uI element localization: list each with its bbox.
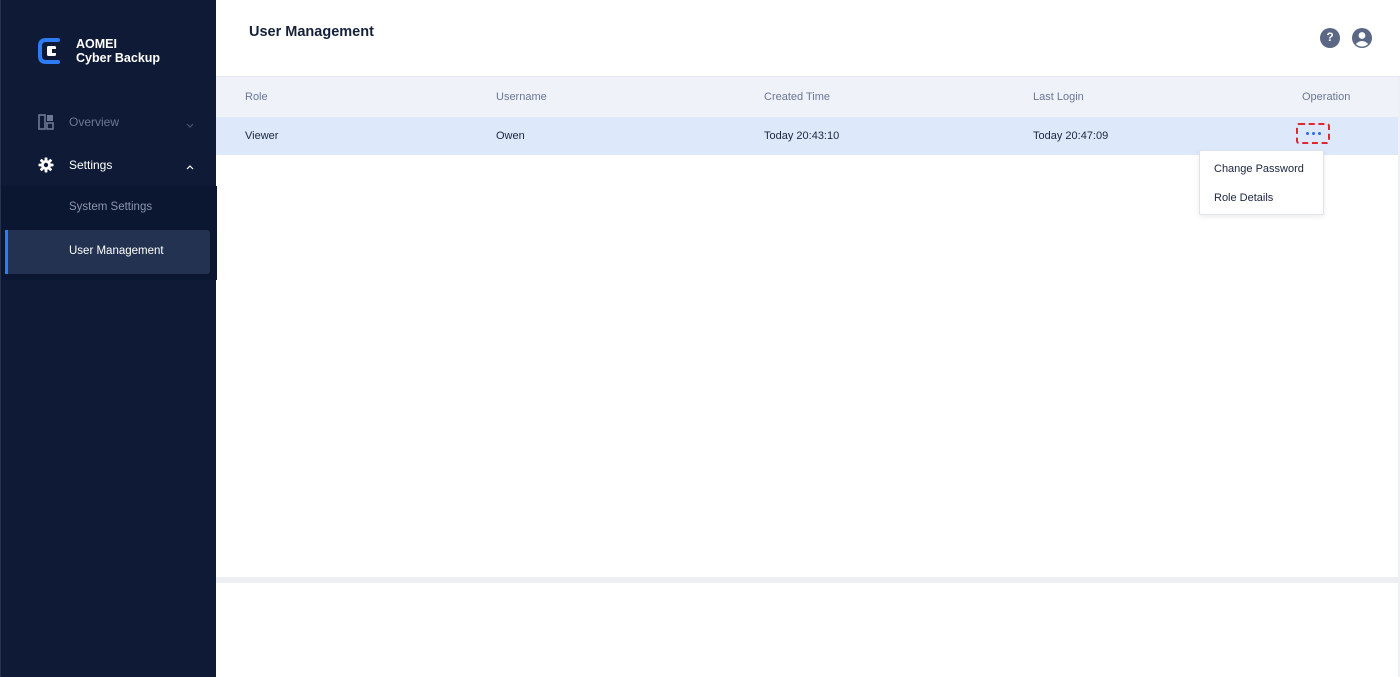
brand-line1: AOMEI bbox=[76, 37, 117, 51]
cell-created-time: Today 20:43:10 bbox=[764, 130, 840, 142]
cell-last-login: Today 20:47:09 bbox=[1033, 130, 1109, 142]
aomei-logo-icon bbox=[36, 36, 66, 66]
header-actions: ? bbox=[1320, 28, 1372, 48]
help-glyph: ? bbox=[1326, 30, 1334, 44]
menu-item-change-password[interactable]: Change Password bbox=[1214, 163, 1304, 175]
more-dot-icon bbox=[1305, 132, 1309, 135]
account-icon[interactable] bbox=[1352, 28, 1372, 48]
column-header-operation: Operation bbox=[1302, 91, 1351, 103]
cell-username: Owen bbox=[496, 130, 525, 142]
app-window: AOMEI Cyber Backup Overview Settings Sys… bbox=[0, 0, 1400, 677]
column-header-created-time: Created Time bbox=[764, 91, 831, 103]
table-header: Role Username Created Time Last Login Op… bbox=[216, 77, 1398, 117]
more-dot-icon bbox=[1311, 132, 1315, 135]
chevron-down-icon bbox=[185, 117, 195, 128]
sidebar-item-label: Settings bbox=[69, 158, 113, 172]
brand: AOMEI Cyber Backup bbox=[36, 36, 160, 66]
menu-item-role-details[interactable]: Role Details bbox=[1214, 192, 1273, 204]
sidebar-item-label: User Management bbox=[69, 245, 164, 257]
column-header-last-login: Last Login bbox=[1033, 91, 1084, 103]
cell-role: Viewer bbox=[245, 130, 279, 142]
help-icon[interactable]: ? bbox=[1320, 28, 1340, 48]
sidebar-item-user-management[interactable]: User Management bbox=[5, 230, 210, 274]
gear-icon bbox=[38, 157, 54, 173]
sidebar-item-label: Overview bbox=[69, 115, 120, 129]
column-header-username: Username bbox=[496, 91, 547, 103]
brand-name: AOMEI Cyber Backup bbox=[76, 37, 160, 65]
more-actions-button[interactable] bbox=[1296, 123, 1330, 144]
panel-divider bbox=[216, 577, 1400, 583]
sidebar-item-system-settings[interactable]: System Settings bbox=[5, 186, 210, 230]
brand-line2: Cyber Backup bbox=[76, 51, 161, 65]
user-table: Role Username Created Time Last Login Op… bbox=[216, 77, 1398, 155]
sidebar-item-settings[interactable]: Settings bbox=[1, 143, 217, 187]
chevron-up-icon bbox=[185, 160, 195, 170]
more-dot-icon bbox=[1317, 132, 1321, 135]
sidebar-item-overview[interactable]: Overview bbox=[1, 100, 217, 144]
operation-dropdown-menu: Change Password Role Details bbox=[1199, 150, 1324, 215]
page-title: User Management bbox=[249, 24, 374, 40]
dashboard-icon bbox=[38, 114, 54, 130]
column-header-role: Role bbox=[245, 91, 268, 103]
sidebar-item-label: System Settings bbox=[69, 201, 153, 213]
sidebar: AOMEI Cyber Backup Overview Settings Sys… bbox=[0, 0, 217, 677]
